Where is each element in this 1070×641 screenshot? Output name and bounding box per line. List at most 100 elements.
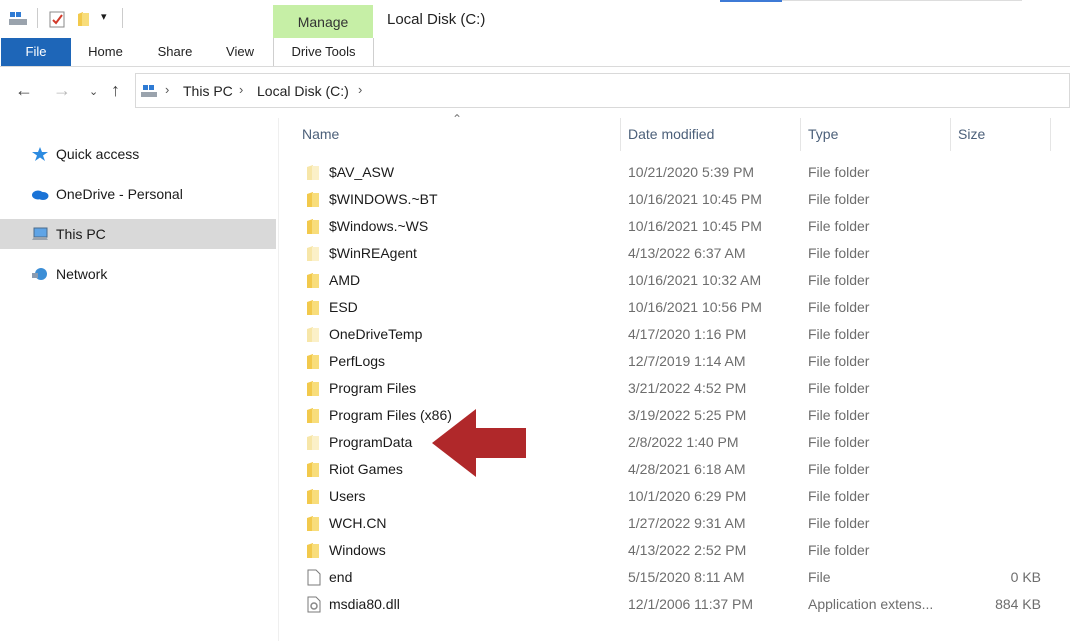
- breadcrumb-separator-icon[interactable]: ›: [239, 82, 243, 97]
- file-type: File folder: [808, 380, 870, 396]
- date-modified: 4/13/2022 6:37 AM: [628, 245, 746, 261]
- file-type: File folder: [808, 434, 870, 450]
- breadcrumb-this-pc[interactable]: This PC: [183, 83, 233, 99]
- manage-contextual-tab[interactable]: Manage: [273, 5, 373, 38]
- file-icon: [307, 569, 321, 586]
- table-row[interactable]: $WINDOWS.~BT 10/16/2021 10:45 PM File fold…: [300, 186, 1052, 213]
- table-row[interactable]: msdia80.dll 12/1/2006 11:37 PM Application…: [300, 591, 1052, 618]
- file-size: 0 KB: [1010, 569, 1041, 585]
- table-row[interactable]: ProgramData 2/8/2022 1:40 PM File folder: [300, 429, 1052, 456]
- file-type: File folder: [808, 218, 870, 234]
- column-separator[interactable]: [950, 118, 951, 151]
- table-row[interactable]: PerfLogs 12/7/2019 1:14 AM File folder: [300, 348, 1052, 375]
- table-row[interactable]: end 5/15/2020 8:11 AM File 0 KB: [300, 564, 1052, 591]
- folder-icon: [307, 219, 319, 234]
- folder-icon: [307, 489, 319, 504]
- sidebar-item-this-pc[interactable]: This PC: [0, 219, 276, 249]
- date-modified: 4/13/2022 2:52 PM: [628, 542, 747, 558]
- column-separator[interactable]: [620, 118, 621, 151]
- table-row[interactable]: $Windows.~WS 10/16/2021 10:45 PM File fold…: [300, 213, 1052, 240]
- table-row[interactable]: OneDriveTemp 4/17/2020 1:16 PM File folder: [300, 321, 1052, 348]
- date-modified: 10/1/2020 6:29 PM: [628, 488, 747, 504]
- column-header-size[interactable]: Size: [958, 118, 985, 151]
- table-row[interactable]: Riot Games 4/28/2021 6:18 AM File folder: [300, 456, 1052, 483]
- file-name: $AV_ASW: [329, 164, 395, 180]
- sidebar-item-label: This PC: [56, 226, 106, 242]
- column-header-type[interactable]: Type: [808, 118, 838, 151]
- properties-icon[interactable]: [49, 11, 66, 28]
- file-type: File: [808, 569, 831, 585]
- tab-file[interactable]: File: [1, 38, 71, 66]
- file-name: AMD: [329, 272, 361, 288]
- tab-view[interactable]: View: [218, 38, 262, 66]
- file-name: Program Files: [329, 380, 417, 396]
- breadcrumb-local-disk[interactable]: Local Disk (C:): [257, 83, 349, 99]
- column-separator[interactable]: [1050, 118, 1051, 151]
- folder-icon: [307, 543, 319, 558]
- file-name: ESD: [329, 299, 358, 315]
- date-modified: 10/16/2021 10:45 PM: [628, 218, 762, 234]
- file-type: File folder: [808, 164, 870, 180]
- drive-icon[interactable]: [8, 11, 28, 27]
- table-row[interactable]: Users 10/1/2020 6:29 PM File folder: [300, 483, 1052, 510]
- column-header-date-modified[interactable]: Date modified: [628, 118, 714, 151]
- red-arrow-icon: [432, 409, 526, 477]
- up-arrow-icon[interactable]: ↑: [111, 80, 120, 101]
- folder-icon: [307, 462, 319, 477]
- table-row[interactable]: $AV_ASW 10/21/2020 5:39 PM File folder: [300, 159, 1052, 186]
- quick-access-toolbar: ▾: [0, 0, 272, 38]
- ribbon-divider: [0, 66, 1070, 67]
- folder-icon: [307, 381, 319, 396]
- date-modified: 4/28/2021 6:18 AM: [628, 461, 746, 477]
- file-type: File folder: [808, 488, 870, 504]
- folder-icon: [307, 300, 319, 315]
- table-row[interactable]: Windows 4/13/2022 2:52 PM File folder: [300, 537, 1052, 564]
- new-folder-icon[interactable]: [76, 11, 92, 27]
- file-type: File folder: [808, 407, 870, 423]
- file-name: PerfLogs: [329, 353, 386, 369]
- file-size: 884 KB: [995, 596, 1041, 612]
- table-row[interactable]: ESD 10/16/2021 10:56 PM File folder: [300, 294, 1052, 321]
- table-row[interactable]: WCH.CN 1/27/2022 9:31 AM File folder: [300, 510, 1052, 537]
- file-type: Application extens...: [808, 596, 934, 612]
- file-name: Riot Games: [329, 461, 403, 477]
- table-row[interactable]: $WinREAgent 4/13/2022 6:37 AM File folder: [300, 240, 1052, 267]
- date-modified: 12/7/2019 1:14 AM: [628, 353, 746, 369]
- date-modified: 10/16/2021 10:45 PM: [628, 191, 762, 207]
- file-name: OneDriveTemp: [329, 326, 423, 342]
- recent-locations-chevron-icon[interactable]: ⌄: [89, 85, 98, 98]
- breadcrumb-separator-icon[interactable]: ›: [165, 82, 169, 97]
- file-name: $WINDOWS.~BT: [329, 191, 438, 207]
- tab-share[interactable]: Share: [149, 38, 201, 66]
- file-name: $Windows.~WS: [329, 218, 429, 234]
- column-separator[interactable]: [800, 118, 801, 151]
- folder-icon: [307, 516, 319, 531]
- window-title: Local Disk (C:): [387, 11, 486, 28]
- tab-drive-tools[interactable]: Drive Tools: [273, 38, 374, 66]
- sidebar-item-label: Network: [56, 266, 108, 282]
- date-modified: 3/21/2022 4:52 PM: [628, 380, 747, 396]
- date-modified: 3/19/2022 5:25 PM: [628, 407, 747, 423]
- sidebar-item-onedrive[interactable]: OneDrive - Personal: [0, 179, 276, 209]
- drive-icon: [141, 85, 157, 97]
- column-header-name[interactable]: Name: [302, 118, 339, 151]
- date-modified: 10/16/2021 10:32 AM: [628, 272, 762, 288]
- sidebar-item-quick-access[interactable]: Quick access: [0, 139, 276, 169]
- table-row[interactable]: Program Files 3/21/2022 4:52 PM File folde…: [300, 375, 1052, 402]
- folder-icon: [307, 408, 319, 423]
- customize-toolbar-icon[interactable]: ▾: [101, 10, 107, 23]
- forward-arrow-icon[interactable]: →: [53, 80, 71, 101]
- date-modified: 12/1/2006 11:37 PM: [628, 596, 754, 612]
- file-name: msdia80.dll: [329, 596, 400, 612]
- sidebar-item-network[interactable]: Network: [0, 259, 276, 289]
- breadcrumb-separator-icon[interactable]: ›: [358, 82, 362, 97]
- table-row[interactable]: AMD 10/16/2021 10:32 AM File folder: [300, 267, 1052, 294]
- tab-home[interactable]: Home: [78, 38, 133, 66]
- back-arrow-icon[interactable]: ←: [15, 80, 33, 101]
- table-row[interactable]: Program Files (x86) 3/19/2022 5:25 PM File…: [300, 402, 1052, 429]
- folder-icon: [307, 327, 319, 342]
- folder-icon: [307, 246, 319, 261]
- cloud-icon: [32, 190, 49, 200]
- date-modified: 5/15/2020 8:11 AM: [628, 569, 745, 585]
- address-bar[interactable]: › This PC › Local Disk (C:) ›: [135, 73, 1070, 108]
